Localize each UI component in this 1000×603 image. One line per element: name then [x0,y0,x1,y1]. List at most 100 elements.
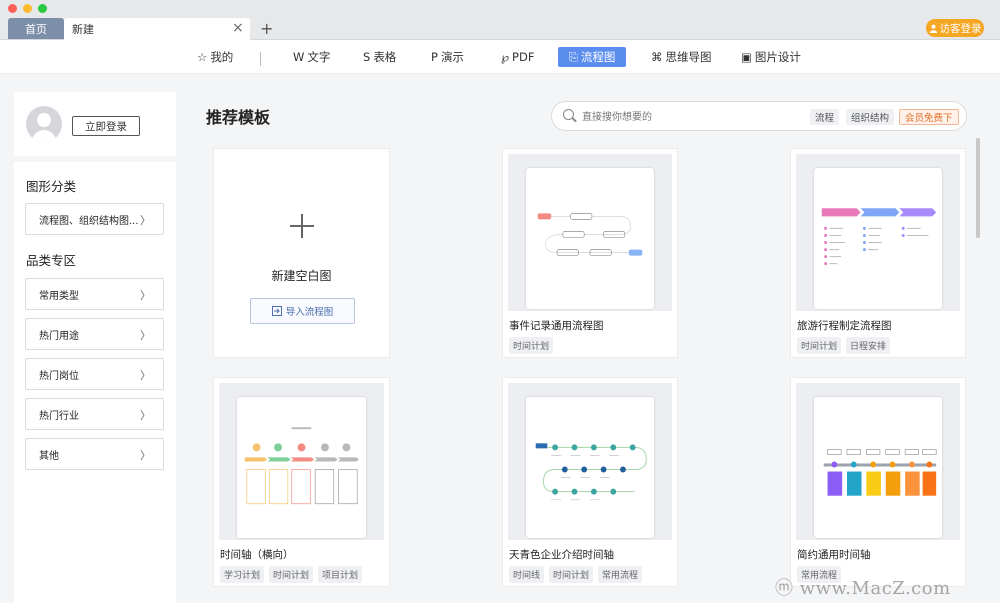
sidebar-item-common-types[interactable]: 常用类型 〉 [25,278,164,310]
chevron-right-icon: 〉 [140,214,151,227]
scrollbar[interactable] [976,138,980,238]
template-card[interactable]: 时间轴（横向） 学习计划 时间计划 项目计划 [213,377,390,587]
template-title: 天青色企业介绍时间轴 [509,549,614,561]
nav-mine[interactable]: ☆ 我的 [192,47,238,67]
sidebar-item-label: 热门岗位 [39,370,79,382]
template-thumbnail [796,154,960,311]
minimize-window-button[interactable] [23,4,32,13]
avatar[interactable] [26,106,62,142]
template-tag[interactable]: 项目计划 [318,566,363,583]
template-card[interactable]: 事件记录通用流程图 时间计划 [502,148,678,358]
sidebar: 图形分类 流程图、组织结构图... 〉 品类专区 常用类型〉 热门用途〉 热门岗位… [14,162,176,603]
template-thumbnail [219,383,384,540]
nav-divider [260,52,261,66]
sidebar-item-flowchart-org[interactable]: 流程图、组织结构图... 〉 [25,203,164,235]
nav-label: PDF [512,50,535,64]
template-tag[interactable]: 日程安排 [846,337,891,354]
search-tag-org[interactable]: 组织结构 [846,109,895,125]
sidebar-item-popular-uses[interactable]: 热门用途 〉 [25,318,164,350]
template-thumbnail [508,383,672,540]
template-thumbnail [796,383,960,540]
nav-label: 思维导图 [665,50,712,64]
nav-label: 流程图 [580,50,616,64]
template-thumbnail [508,154,672,311]
flowchart-icon: ⎘ [568,49,578,64]
tab-new[interactable]: 新建 [64,18,250,40]
tab-home[interactable]: 首页 [8,18,64,39]
mindmap-icon: ⌘ [651,50,663,64]
template-title: 时间轴（横向） [220,549,294,561]
page-title: 推荐模板 [206,108,271,127]
guest-login-label: 访客登录 [939,22,982,35]
import-flowchart-button[interactable]: 导入流程图 [250,298,355,324]
nav-label: 图片设计 [754,50,801,64]
sidebar-item-popular-roles[interactable]: 热门岗位 〉 [25,358,164,390]
nav-text[interactable]: W 文字 [288,47,335,67]
nav-label: 我的 [210,50,234,64]
sidebar-item-label: 其他 [39,450,59,462]
user-panel: 立即登录 [14,92,176,156]
nav-mindmap[interactable]: ⌘ 思维导图 [646,47,717,67]
template-tag[interactable]: 时间计划 [269,566,314,583]
new-blank-card[interactable]: 新建空白图 导入流程图 [213,148,390,358]
sidebar-item-label: 热门行业 [39,410,79,422]
template-tags: 学习计划 时间计划 项目计划 [220,566,363,583]
template-tags: 时间线 时间计划 常用流程 [509,566,643,583]
sheet-icon: S [363,50,371,64]
new-blank-label: 新建空白图 [271,269,332,283]
presentation-icon: P [431,50,438,64]
search-tag-flow[interactable]: 流程 [810,109,840,125]
search-bar: 流程 组织结构 会员免费下 [551,101,967,131]
watermark-text: ⓜ www.MacZ.com [775,578,951,599]
nav-label: 演示 [440,50,464,64]
pdf-icon: ℘ [501,50,510,64]
template-tag[interactable]: 时间计划 [509,337,554,354]
close-tab-icon[interactable]: × [232,20,244,36]
template-card[interactable]: 简约通用时间轴 常用流程 [790,377,966,587]
writer-icon: W [293,50,305,64]
template-title: 旅游行程制定流程图 [797,320,892,332]
image-icon: ▣ [741,50,752,64]
sidebar-item-label: 热门用途 [39,330,79,342]
window-controls [8,4,47,13]
search-icon [563,109,574,120]
search-input[interactable] [582,109,782,125]
nav-image-design[interactable]: ▣ 图片设计 [736,47,806,67]
template-tag[interactable]: 时间线 [509,566,545,583]
sidebar-item-label: 常用类型 [39,290,79,302]
sidebar-item-label: 流程图、组织结构图... [39,215,139,227]
nav-label: 文字 [307,50,331,64]
chevron-right-icon: 〉 [140,409,151,422]
chevron-right-icon: 〉 [140,289,151,302]
chevron-right-icon: 〉 [140,449,151,462]
close-window-button[interactable] [8,4,17,13]
sidebar-item-popular-industries[interactable]: 热门行业 〉 [25,398,164,430]
zoom-window-button[interactable] [38,4,47,13]
user-icon [929,24,937,33]
plus-icon [290,214,314,238]
category-zone-heading: 品类专区 [26,253,77,268]
template-tag[interactable]: 时间计划 [549,566,594,583]
title-bar: 首页 新建 × + 访客登录 [0,0,1000,40]
search-tag-vip[interactable]: 会员免费下 [899,109,959,125]
import-icon [271,306,282,316]
import-label: 导入流程图 [285,307,334,318]
shape-category-heading: 图形分类 [26,179,77,194]
nav-presentation[interactable]: P 演示 [426,47,469,67]
template-card[interactable]: 天青色企业介绍时间轴 时间线 时间计划 常用流程 [502,377,678,587]
template-title: 事件记录通用流程图 [509,320,604,332]
nav-pdf[interactable]: ℘ PDF [496,47,539,67]
guest-login-button[interactable]: 访客登录 [926,19,984,37]
template-card[interactable]: 旅游行程制定流程图 时间计划 日程安排 [790,148,966,358]
template-tag[interactable]: 学习计划 [220,566,265,583]
nav-sheet[interactable]: S 表格 [358,47,401,67]
star-icon: ☆ [197,50,208,64]
category-nav: ☆ 我的 W 文字 S 表格 P 演示 ℘ PDF ⎘ 流程图 ⌘ 思维导图 ▣ 图片设计 [0,40,1000,74]
template-tag[interactable]: 常用流程 [598,566,643,583]
template-title: 简约通用时间轴 [797,549,871,561]
sidebar-item-other[interactable]: 其他 〉 [25,438,164,470]
template-tag[interactable]: 时间计划 [797,337,842,354]
add-tab-icon[interactable]: + [260,19,273,38]
nav-flowchart[interactable]: ⎘ 流程图 [558,47,626,67]
login-button[interactable]: 立即登录 [72,116,140,136]
